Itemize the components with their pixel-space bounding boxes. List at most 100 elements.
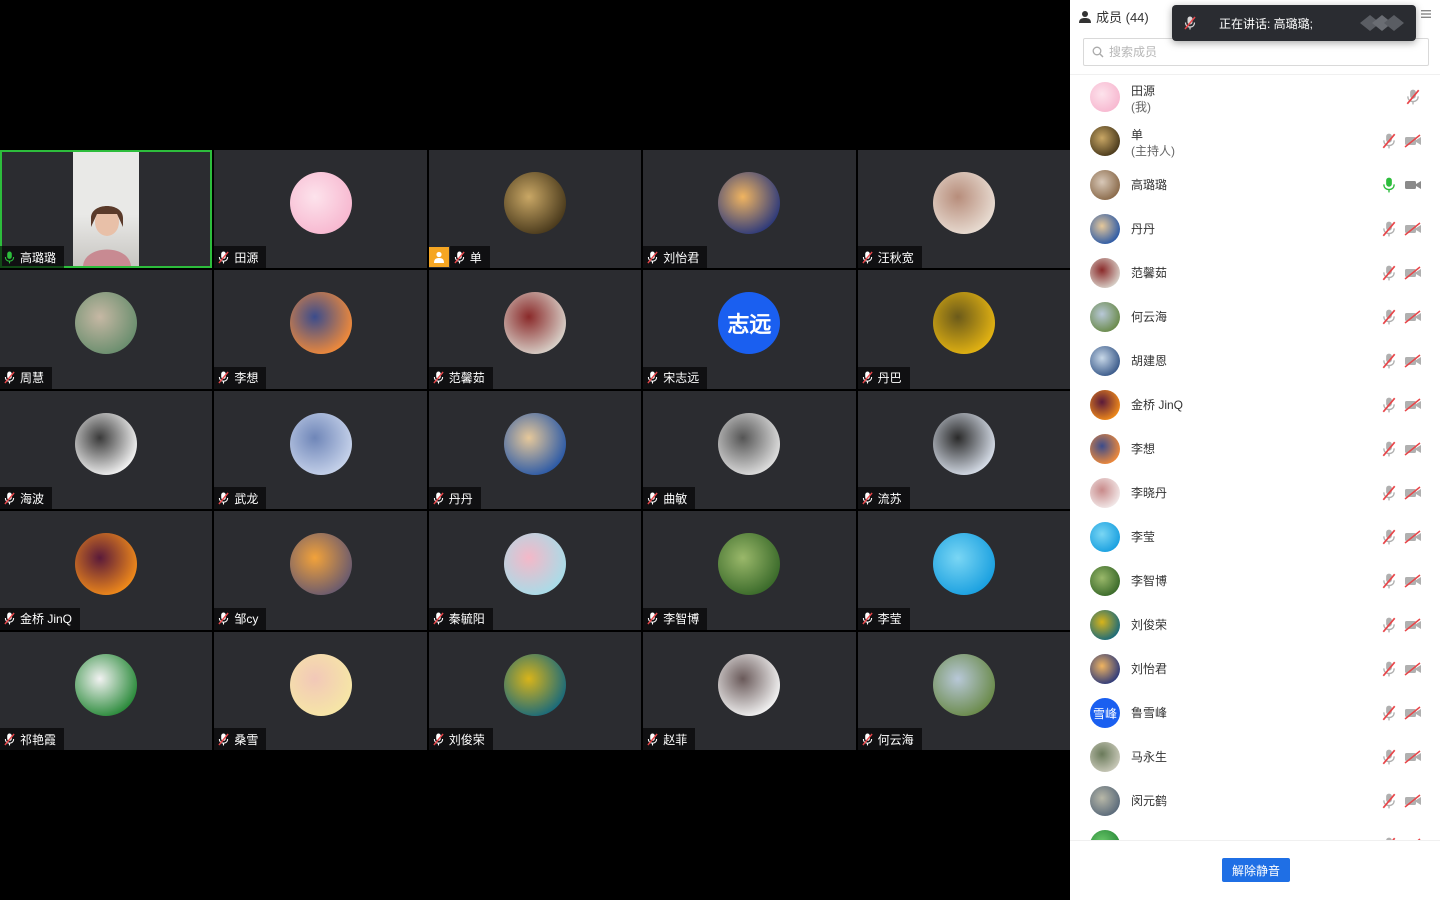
member-name: 刘怡君	[1131, 662, 1168, 676]
name-tag: 桑雪	[214, 728, 267, 750]
avatar	[1090, 478, 1120, 508]
video-tile[interactable]: 海波	[0, 390, 213, 510]
participant-label: 邹cy	[214, 607, 267, 630]
video-tile[interactable]: 李想	[214, 270, 427, 389]
video-tile[interactable]: 武龙	[214, 390, 427, 510]
member-mic-toggle[interactable]	[1382, 441, 1396, 457]
member-row[interactable]: 马永生	[1070, 735, 1440, 779]
member-mic-toggle[interactable]	[1382, 133, 1396, 149]
video-tile[interactable]: 周慧	[0, 270, 213, 389]
name-tag: 丹丹	[428, 487, 481, 510]
mic-muted-icon	[647, 733, 658, 745]
video-tile[interactable]: 志远 宋志远	[643, 270, 856, 389]
video-tile[interactable]: 汪秋宽	[857, 150, 1070, 269]
participant-label: 海波	[0, 487, 53, 510]
member-camera-toggle[interactable]	[1404, 486, 1422, 500]
avatar	[1090, 610, 1120, 640]
member-row[interactable]: 闵元鹤	[1070, 779, 1440, 823]
member-camera-toggle[interactable]	[1404, 794, 1422, 808]
video-tile[interactable]: 祁艳霞	[0, 631, 213, 750]
member-name: 李晓丹	[1131, 486, 1168, 500]
member-search[interactable]	[1083, 38, 1429, 66]
member-row[interactable]: 李智博	[1070, 559, 1440, 603]
member-camera-toggle[interactable]	[1404, 618, 1422, 632]
video-tile[interactable]: 李莹	[857, 511, 1070, 630]
member-mic-toggle[interactable]	[1382, 309, 1396, 325]
video-tile[interactable]: 高璐璐	[0, 150, 213, 269]
member-mic-toggle[interactable]	[1382, 749, 1396, 765]
video-tile[interactable]: 刘怡君	[643, 150, 856, 269]
video-tile[interactable]: 赵菲	[643, 631, 856, 750]
member-row[interactable]: 刘俊荣	[1070, 603, 1440, 647]
member-row[interactable]: 金桥 JinQ	[1070, 383, 1440, 427]
member-camera-toggle[interactable]	[1404, 662, 1422, 676]
member-camera-toggle[interactable]	[1404, 574, 1422, 588]
search-input[interactable]	[1109, 45, 1409, 59]
member-row[interactable]: 胡建恩	[1070, 339, 1440, 383]
member-row[interactable]: 刘怡君	[1070, 647, 1440, 691]
member-row[interactable]	[1070, 823, 1440, 840]
video-tile[interactable]: 李智博	[643, 511, 856, 630]
video-tile[interactable]: 桑雪	[214, 631, 427, 750]
member-mic-toggle[interactable]	[1382, 529, 1396, 545]
member-row[interactable]: 田源 (我)	[1070, 75, 1440, 119]
avatar	[718, 172, 781, 234]
video-tile[interactable]: 何云海	[857, 631, 1070, 750]
member-mic-toggle[interactable]	[1382, 485, 1396, 501]
member-mic-toggle[interactable]	[1406, 89, 1420, 105]
video-tile[interactable]: 丹丹	[428, 390, 642, 510]
member-name: 闵元鹤	[1131, 794, 1168, 808]
member-mic-toggle[interactable]	[1382, 397, 1396, 413]
video-tile[interactable]: 曲敏	[643, 390, 856, 510]
menu-icon[interactable]	[1420, 8, 1432, 20]
member-camera-toggle[interactable]	[1404, 442, 1422, 456]
member-mic-toggle[interactable]	[1382, 265, 1396, 281]
participant-label: 范馨茹	[428, 366, 493, 389]
member-camera-toggle[interactable]	[1404, 706, 1422, 720]
member-list[interactable]: 田源 (我) 单 (主持人) 高璐璐 丹丹 范馨茹 何云海 胡建恩金桥 JinQ 李想李晓丹李莹李…	[1070, 74, 1440, 840]
member-camera-toggle[interactable]	[1404, 310, 1422, 324]
member-row[interactable]: 高璐璐	[1070, 163, 1440, 207]
member-row[interactable]: 单 (主持人)	[1070, 119, 1440, 163]
member-camera-toggle[interactable]	[1404, 530, 1422, 544]
mic-muted-icon	[861, 612, 873, 625]
member-camera-toggle[interactable]	[1404, 354, 1422, 368]
video-tile[interactable]: 邹cy	[214, 511, 427, 630]
member-row[interactable]: 雪峰 鲁雪峰	[1070, 691, 1440, 735]
member-row[interactable]: 李晓丹	[1070, 471, 1440, 515]
member-mic-toggle[interactable]	[1382, 177, 1396, 193]
member-mic-toggle[interactable]	[1382, 353, 1396, 369]
member-row[interactable]: 何云海	[1070, 295, 1440, 339]
member-mic-toggle[interactable]	[1382, 705, 1396, 721]
video-tile[interactable]: 丹巴	[857, 270, 1070, 389]
video-tile[interactable]: 单	[428, 150, 642, 269]
member-row[interactable]: 丹丹	[1070, 207, 1440, 251]
member-camera-toggle[interactable]	[1404, 134, 1422, 148]
member-row[interactable]: 李莹	[1070, 515, 1440, 559]
mic-muted-icon	[1382, 133, 1396, 149]
participant-name: 丹丹	[448, 491, 473, 506]
member-camera-toggle[interactable]	[1404, 266, 1422, 280]
member-camera-toggle[interactable]	[1404, 750, 1422, 764]
video-tile[interactable]: 刘俊荣	[428, 631, 642, 750]
member-mic-toggle[interactable]	[1382, 221, 1396, 237]
unmute-all-button[interactable]: 解除静音	[1222, 858, 1290, 882]
member-camera-toggle[interactable]	[1404, 222, 1422, 236]
member-mic-toggle[interactable]	[1382, 793, 1396, 809]
video-tile[interactable]: 金桥 JinQ	[0, 511, 213, 630]
video-tile[interactable]: 范馨茹	[428, 270, 642, 389]
member-camera-toggle[interactable]	[1404, 178, 1422, 192]
member-row[interactable]: 李想	[1070, 427, 1440, 471]
member-mic-toggle[interactable]	[1382, 573, 1396, 589]
member-camera-toggle[interactable]	[1404, 398, 1422, 412]
member-name: 李莹	[1131, 530, 1156, 544]
member-row[interactable]: 范馨茹	[1070, 251, 1440, 295]
member-name: 金桥 JinQ	[1131, 398, 1184, 412]
avatar	[1090, 214, 1120, 244]
video-tile[interactable]: 流苏	[857, 390, 1070, 510]
video-tile[interactable]: 田源	[214, 150, 427, 269]
avatar	[1090, 566, 1120, 596]
member-mic-toggle[interactable]	[1382, 661, 1396, 677]
video-tile[interactable]: 秦毓阳	[428, 511, 642, 630]
member-mic-toggle[interactable]	[1382, 617, 1396, 633]
